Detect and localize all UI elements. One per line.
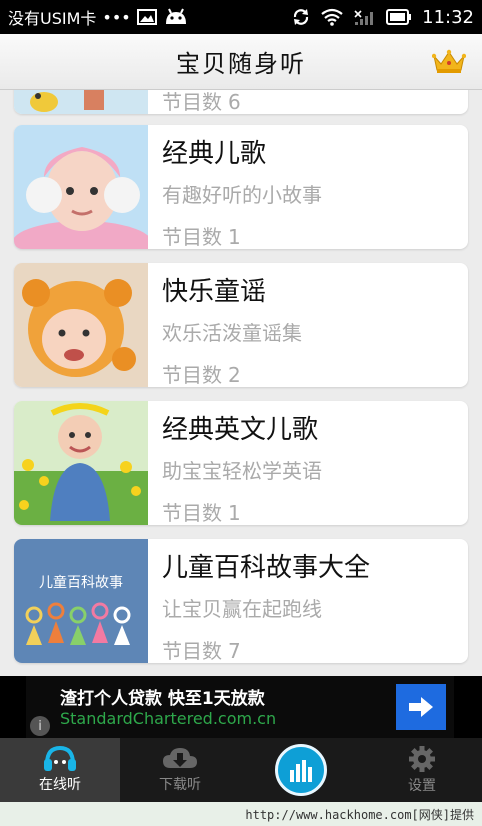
count-label: 节目数 <box>162 501 222 525</box>
app-header: 宝贝随身听 <box>0 34 482 90</box>
item-description: 助宝宝轻松学英语 <box>162 459 322 483</box>
list-item[interactable]: 经典儿歌 有趣好听的小故事 节目数 1 <box>14 125 468 249</box>
player-button[interactable] <box>275 744 327 796</box>
image-icon <box>136 9 157 25</box>
item-count: 节目数 7 <box>162 635 241 663</box>
count-value: 1 <box>228 501 241 525</box>
item-description: 让宝贝赢在起跑线 <box>162 597 322 621</box>
android-icon <box>165 8 186 24</box>
item-title: 经典儿歌 <box>162 139 267 169</box>
ad-go-button[interactable] <box>396 684 446 730</box>
count-label: 节目数 <box>162 363 222 387</box>
list-item[interactable]: 经典英文儿歌 助宝宝轻松学英语 节目数 1 <box>14 401 468 525</box>
item-count: 节目数 1 <box>162 221 241 249</box>
item-description: 欢乐活泼童谣集 <box>162 321 302 345</box>
wifi-icon <box>321 8 343 26</box>
program-list[interactable]: 节目数 6 经典儿歌 有趣好听的小故事 节目数 1 快乐童谣 欢乐活泼童谣集 节… <box>0 90 482 676</box>
equalizer-icon <box>290 760 312 782</box>
item-thumbnail <box>14 125 148 249</box>
tab-settings[interactable]: 设置 <box>362 738 482 802</box>
tab-online[interactable]: 在线听 <box>0 738 120 802</box>
item-count: 节目数 6 <box>162 90 241 114</box>
crown-icon[interactable] <box>432 48 466 74</box>
clock: 11:32 <box>422 6 474 28</box>
count-value: 2 <box>228 363 241 387</box>
count-value: 1 <box>228 225 241 249</box>
item-thumbnail <box>14 263 148 387</box>
list-item[interactable]: 节目数 6 <box>14 90 468 114</box>
list-item[interactable]: 快乐童谣 欢乐活泼童谣集 节目数 2 <box>14 263 468 387</box>
bottom-nav: 在线听 下载听 设置 <box>0 738 482 802</box>
count-value: 6 <box>228 90 241 114</box>
item-title: 儿童百科故事大全 <box>162 553 371 583</box>
item-description: 有趣好听的小故事 <box>162 183 322 207</box>
signal-icon <box>354 10 374 25</box>
count-value: 7 <box>228 639 241 663</box>
tab-label: 在线听 <box>39 777 81 793</box>
item-thumbnail: 儿童百科故事 <box>14 539 148 663</box>
ad-url[interactable]: StandardChartered.com.cn <box>60 709 276 728</box>
item-count: 节目数 1 <box>162 497 241 525</box>
list-item[interactable]: 儿童百科故事 儿童百科故事大全 让宝贝赢在起跑线 节目数 7 <box>14 539 468 663</box>
more-dots: ••• <box>102 7 131 27</box>
count-label: 节目数 <box>162 90 222 114</box>
carrier-label: 没有USIM卡 <box>8 9 97 28</box>
headphones-icon <box>44 746 76 771</box>
tab-player[interactable] <box>240 738 362 802</box>
tab-download[interactable]: 下载听 <box>120 738 240 802</box>
gear-icon <box>409 746 435 772</box>
footer-watermark: http://www.hackhome.com[网侠]提供 <box>0 802 482 826</box>
item-title: 快乐童谣 <box>162 277 267 307</box>
ad-title[interactable]: 渣打个人贷款 快至1天放款 <box>60 684 265 709</box>
item-title: 经典英文儿歌 <box>162 415 319 445</box>
item-thumbnail <box>14 90 148 114</box>
arrow-right-icon <box>409 697 433 717</box>
count-label: 节目数 <box>162 639 222 663</box>
page-title: 宝贝随身听 <box>176 50 306 78</box>
status-bar: 没有USIM卡 ••• 11:32 <box>0 0 482 34</box>
item-count: 节目数 2 <box>162 359 241 387</box>
ad-banner[interactable]: 渣打个人贷款 快至1天放款 StandardChartered.com.cn <box>26 676 454 738</box>
tab-label: 设置 <box>408 778 436 794</box>
sync-icon <box>294 9 309 25</box>
ad-info-icon[interactable]: i <box>30 716 50 736</box>
thumbnail-text: 儿童百科故事 <box>39 574 123 591</box>
count-label: 节目数 <box>162 225 222 249</box>
tab-label: 下载听 <box>159 777 201 793</box>
battery-icon <box>386 9 412 25</box>
download-cloud-icon <box>163 748 197 768</box>
item-thumbnail <box>14 401 148 525</box>
